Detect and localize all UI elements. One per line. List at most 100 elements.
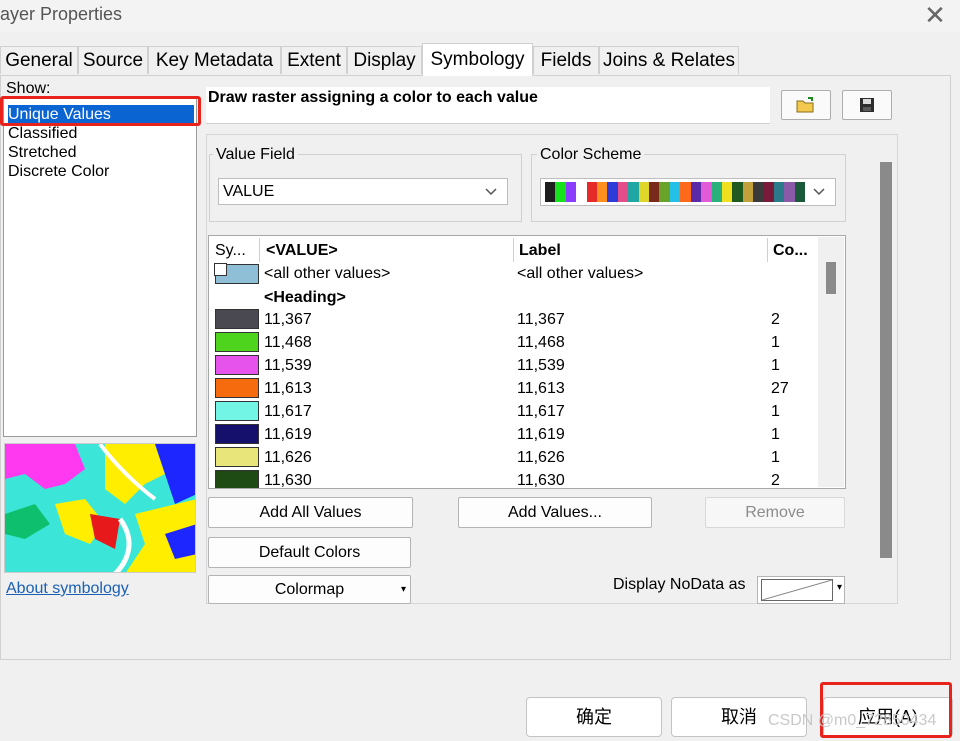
row-count: 27 (771, 380, 789, 397)
tab-source[interactable]: Source (78, 46, 148, 74)
row-label: 11,613 (517, 380, 565, 397)
symbol-swatch[interactable] (215, 401, 259, 421)
ramp-color (555, 182, 566, 202)
row-label: 11,367 (517, 311, 565, 328)
row-value: 11,630 (264, 472, 312, 489)
ramp-color (711, 182, 722, 202)
tab-fields[interactable]: Fields (533, 46, 599, 74)
row-count: 1 (771, 334, 780, 351)
row-count: 2 (771, 311, 780, 328)
show-item-classified[interactable]: Classified (8, 124, 77, 143)
ramp-color (784, 182, 795, 202)
ok-button[interactable]: 确定 (526, 697, 662, 737)
open-folder-icon (796, 97, 814, 113)
unique-values-table[interactable]: Sy... <VALUE> Label Co... <all other val… (208, 235, 846, 489)
show-list[interactable]: Unique Values Classified Stretched Discr… (3, 96, 197, 437)
row-value: 11,613 (264, 380, 312, 397)
show-item-discrete-color[interactable]: Discrete Color (8, 162, 109, 181)
no-color-swatch-icon (761, 579, 833, 601)
column-divider (259, 238, 260, 262)
tab-joins-relates[interactable]: Joins & Relates (599, 46, 739, 74)
renderer-description: Draw raster assigning a color to each va… (208, 89, 538, 106)
row-count: 1 (771, 449, 780, 466)
row-count: 1 (771, 426, 780, 443)
row-count: 2 (771, 472, 780, 489)
ramp-color (669, 182, 681, 202)
dropdown-arrow-icon: ▾ (400, 584, 406, 595)
ramp-color (763, 182, 774, 202)
color-scheme-dropdown[interactable] (540, 178, 836, 206)
ramp-color (565, 182, 577, 202)
tab-general[interactable]: General (0, 46, 78, 74)
ramp-color (753, 182, 764, 202)
row-label: 11,468 (517, 334, 565, 351)
ramp-color (721, 182, 733, 202)
header-symbol[interactable]: Sy... (215, 242, 246, 260)
ramp-color (742, 182, 754, 202)
ramp-color (773, 182, 785, 202)
row-value: 11,626 (264, 449, 312, 466)
colormap-label: Colormap (274, 581, 345, 598)
add-all-values-button[interactable]: Add All Values (208, 497, 413, 528)
other-values-checkbox[interactable] (214, 263, 227, 276)
about-symbology-link[interactable]: About symbology (6, 580, 129, 598)
nodata-color-picker[interactable]: ▾ (757, 576, 845, 604)
color-scheme-label: Color Scheme (537, 146, 645, 164)
row-value: 11,468 (264, 334, 312, 351)
heading-row: <Heading> (264, 289, 346, 306)
ramp-color (794, 182, 806, 202)
ramp-color (576, 182, 587, 202)
ramp-color (659, 182, 670, 202)
column-divider (767, 238, 768, 262)
value-field-dropdown[interactable]: VALUE (218, 178, 508, 205)
ramp-color (649, 182, 660, 202)
tab-symbology[interactable]: Symbology (422, 43, 533, 76)
header-label[interactable]: Label (519, 242, 561, 260)
display-nodata-label: Display NoData as (613, 576, 746, 593)
symbol-swatch[interactable] (215, 470, 259, 488)
row-count: 1 (771, 403, 780, 420)
symbol-swatch[interactable] (215, 355, 259, 375)
symbol-swatch[interactable] (215, 309, 259, 329)
save-layer-file-button[interactable] (842, 90, 892, 120)
ramp-color (545, 182, 556, 202)
header-value[interactable]: <VALUE> (266, 242, 338, 260)
header-count[interactable]: Co... (773, 242, 808, 260)
tab-extent[interactable]: Extent (281, 46, 347, 74)
other-values-value: <all other values> (264, 265, 391, 282)
open-layer-file-button[interactable] (781, 90, 831, 120)
colormap-button[interactable]: Colormap ▾ (208, 575, 411, 604)
ramp-color (680, 182, 691, 202)
ramp-color (701, 182, 712, 202)
symbol-swatch[interactable] (215, 447, 259, 467)
remove-button[interactable]: Remove (705, 497, 845, 528)
column-divider (513, 238, 514, 262)
row-label: 11,630 (517, 472, 565, 489)
row-label: 11,617 (517, 403, 565, 420)
symbol-swatch[interactable] (215, 378, 259, 398)
highlight-box (0, 96, 201, 126)
watermark-text: CSDN @m0_72850434 (768, 712, 937, 729)
row-label: 11,626 (517, 449, 565, 466)
close-icon[interactable]: ✕ (918, 0, 952, 30)
color-scheme-ramp (545, 182, 806, 202)
default-colors-button[interactable]: Default Colors (208, 537, 411, 568)
title-bar (0, 0, 960, 32)
panel-scrollbar-thumb[interactable] (880, 162, 892, 558)
show-item-stretched[interactable]: Stretched (8, 143, 76, 162)
row-value: 11,619 (264, 426, 312, 443)
ramp-color (597, 182, 608, 202)
ramp-color (628, 182, 639, 202)
tab-display[interactable]: Display (347, 46, 422, 74)
chevron-down-icon (813, 188, 825, 196)
symbol-swatch[interactable] (215, 332, 259, 352)
symbol-swatch[interactable] (215, 424, 259, 444)
ramp-color (690, 182, 702, 202)
chevron-down-icon (485, 188, 497, 196)
symbology-preview-image (4, 443, 196, 573)
row-label: 11,619 (517, 426, 565, 443)
ramp-color (586, 182, 598, 202)
tab-key-metadata[interactable]: Key Metadata (148, 46, 281, 74)
add-values-button[interactable]: Add Values... (458, 497, 652, 528)
table-scrollbar-thumb[interactable] (826, 262, 836, 294)
